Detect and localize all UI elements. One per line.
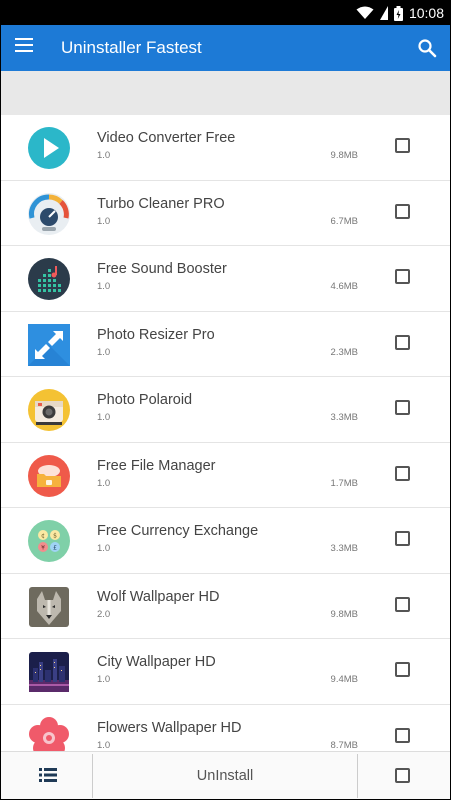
app-list: Video Converter Free 1.0 9.8MB Turbo Cle… — [1, 115, 450, 770]
app-size: 8.7MB — [330, 739, 358, 751]
app-size: 1.7MB — [330, 477, 358, 489]
app-version: 2.0 — [97, 608, 111, 620]
currency-icon: ¢ $ ¥ £ — [28, 520, 70, 562]
app-checkbox[interactable] — [395, 596, 410, 612]
equalizer-icon — [28, 258, 70, 300]
app-version: 1.0 — [97, 281, 111, 292]
app-size: 9.4MB — [330, 674, 358, 685]
app-size: 3.3MB — [330, 412, 358, 423]
app-checkbox[interactable] — [395, 662, 410, 677]
app-row[interactable]: Wolf Wallpaper HD 2.0 9.8MB — [1, 573, 450, 639]
app-name: Video Converter Free — [97, 130, 236, 146]
bottom-bar: UnInstall — [1, 751, 450, 799]
play-icon — [28, 127, 70, 169]
app-size: 9.8MB — [330, 150, 358, 161]
battery-icon — [393, 5, 403, 21]
app-name: Photo Polaroid — [97, 392, 193, 408]
app-screen: 10:08 Uninstaller Fastest Video Converte… — [1, 1, 450, 799]
app-version: 1.0 — [97, 543, 111, 554]
app-row[interactable]: Photo Polaroid 1.0 3.3MB — [1, 377, 450, 443]
app-name: Wolf Wallpaper HD — [97, 588, 220, 605]
app-name: Flowers Wallpaper HD — [97, 719, 242, 736]
app-name: Free Currency Exchange — [97, 523, 259, 539]
app-row[interactable]: Turbo Cleaner PRO 1.0 6.7MB — [1, 180, 450, 246]
menu-icon[interactable] — [15, 38, 35, 58]
status-time: 10:08 — [408, 5, 444, 21]
app-name: Free Sound Booster — [97, 261, 227, 277]
wolf-image-icon — [29, 586, 69, 627]
list-icon[interactable] — [39, 767, 57, 783]
app-version: 1.0 — [97, 674, 111, 685]
svg-text:¢: ¢ — [41, 533, 45, 540]
app-title: Uninstaller Fastest — [61, 38, 202, 57]
app-row[interactable]: ¢ $ ¥ £ Free Currency Exchange 1.0 3.3MB — [1, 508, 450, 574]
app-row[interactable]: Photo Resizer Pro 1.0 2.3MB — [1, 311, 450, 377]
app-name: Turbo Cleaner PRO — [97, 195, 225, 212]
search-icon[interactable] — [416, 37, 438, 59]
app-checkbox[interactable] — [395, 269, 410, 284]
app-version: 1.0 — [97, 346, 111, 358]
app-checkbox[interactable] — [395, 203, 410, 219]
divider — [357, 754, 358, 798]
app-checkbox[interactable] — [395, 531, 410, 546]
resize-arrows-icon — [28, 323, 70, 366]
app-checkbox[interactable] — [395, 465, 410, 481]
uninstall-button[interactable]: UnInstall — [93, 752, 357, 799]
app-checkbox[interactable] — [395, 400, 410, 415]
app-version: 1.0 — [97, 412, 111, 423]
svg-text:£: £ — [53, 545, 57, 552]
app-size: 4.6MB — [330, 281, 358, 292]
app-size: 9.8MB — [330, 608, 358, 620]
folder-icon — [28, 454, 70, 497]
select-all-checkbox[interactable] — [395, 768, 410, 783]
app-size: 2.3MB — [330, 346, 358, 358]
app-name: Free File Manager — [97, 457, 216, 474]
app-version: 1.0 — [97, 150, 111, 161]
app-version: 1.0 — [97, 739, 111, 751]
app-checkbox[interactable] — [395, 727, 410, 743]
signal-icon — [379, 6, 388, 20]
camera-icon — [28, 389, 70, 431]
app-size: 6.7MB — [330, 215, 358, 227]
svg-text:$: $ — [53, 533, 57, 540]
app-name: City Wallpaper HD — [97, 654, 216, 670]
speedometer-icon — [28, 192, 70, 235]
app-size: 3.3MB — [330, 543, 358, 554]
app-row[interactable]: Free File Manager 1.0 1.7MB — [1, 442, 450, 508]
svg-text:¥: ¥ — [41, 545, 45, 552]
app-row[interactable]: Free Sound Booster 1.0 4.6MB — [1, 246, 450, 312]
app-bar: Uninstaller Fastest — [1, 25, 450, 71]
app-name: Photo Resizer Pro — [97, 326, 215, 343]
status-icons: 10:08 — [356, 4, 444, 22]
banner-area — [1, 71, 450, 115]
app-version: 1.0 — [97, 215, 111, 227]
city-image-icon — [29, 652, 69, 692]
app-checkbox[interactable] — [395, 138, 410, 153]
status-bar: 10:08 — [1, 1, 450, 25]
app-row[interactable]: City Wallpaper HD 1.0 9.4MB — [1, 639, 450, 705]
wifi-icon — [356, 6, 374, 19]
app-row[interactable]: Video Converter Free 1.0 9.8MB — [1, 115, 450, 181]
app-version: 1.0 — [97, 477, 111, 489]
app-checkbox[interactable] — [395, 334, 410, 350]
